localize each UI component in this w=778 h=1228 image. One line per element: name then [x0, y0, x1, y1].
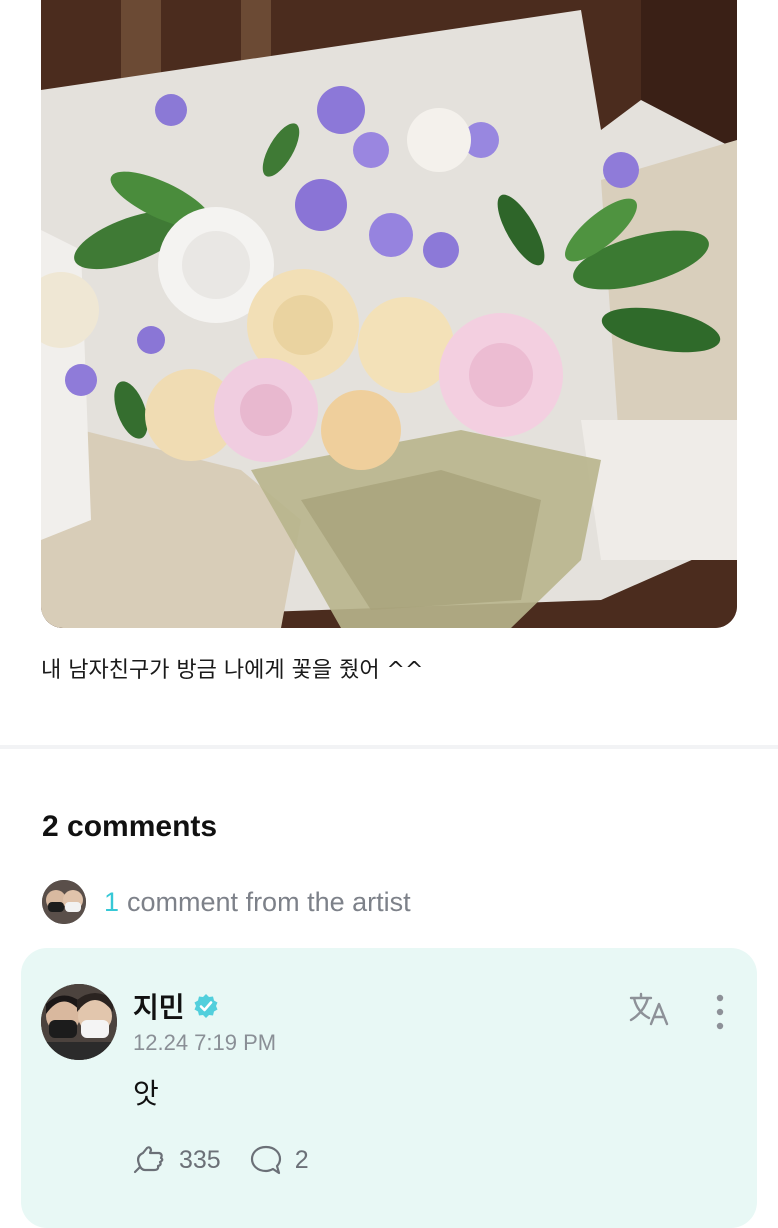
comments-count-title: 2 comments: [42, 810, 218, 843]
verified-badge-icon: [194, 994, 218, 1018]
comment-text: 앗: [133, 1077, 159, 1110]
cheer-icon: [133, 1146, 164, 1174]
reply-count: 2: [294, 1145, 309, 1174]
artist-comments-filter[interactable]: 1 comment from the artist: [42, 880, 411, 924]
reply-button[interactable]: 2: [249, 1144, 309, 1176]
translate-icon[interactable]: [629, 992, 673, 1028]
artist-comment-label: comment from the artist: [127, 886, 411, 917]
comment-author-name[interactable]: 지민: [133, 986, 185, 1026]
artist-comment-count: 1: [104, 886, 120, 917]
section-divider: [0, 745, 778, 749]
cheer-count: 335: [179, 1145, 221, 1174]
artist-mini-avatar: [42, 880, 86, 924]
post-caption: 내 남자친구가 방금 나에게 꽃을 줬어 ^^: [41, 658, 424, 683]
reply-icon: [250, 1145, 281, 1175]
comment-timestamp: 12.24 7:19 PM: [133, 1030, 277, 1055]
artist-comment-card: 지민 12.24 7:19 PM 앗 335 2: [21, 948, 757, 1228]
more-options-icon[interactable]: [709, 992, 731, 1032]
post-photo[interactable]: [41, 0, 737, 628]
cheer-button[interactable]: 335: [133, 1144, 221, 1176]
avatar[interactable]: [41, 984, 117, 1060]
